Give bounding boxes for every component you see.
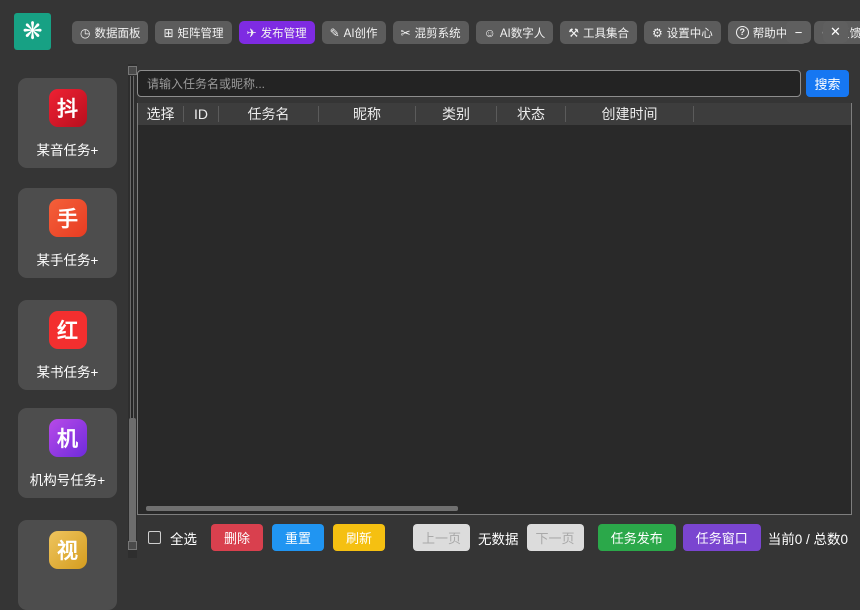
column-task-name[interactable]: 任务名 [219, 106, 319, 122]
window-controls: − ✕ [786, 21, 848, 43]
scroll-up-button[interactable] [128, 66, 137, 75]
sidebar-card-video-account[interactable]: 视 [18, 520, 117, 610]
select-all-checkbox[interactable] [148, 531, 161, 544]
sidebar-card-kuaishou[interactable]: 手 某手任务+ [18, 188, 117, 278]
prev-page-button[interactable]: 上一页 [413, 524, 470, 551]
search-input[interactable] [137, 70, 801, 97]
sidebar-card-xiaohongshu[interactable]: 红 某书任务+ [18, 300, 117, 390]
card-label: 机构号任务+ [30, 469, 105, 489]
next-page-button[interactable]: 下一页 [527, 524, 584, 551]
column-filler [694, 106, 851, 122]
send-icon: ✈ [247, 27, 257, 39]
footer-right-group: 任务发布 任务窗口 当前0 / 总数0 [598, 524, 848, 551]
tab-ai-avatar[interactable]: ☺ AI数字人 [476, 21, 554, 44]
tab-label: AI数字人 [500, 25, 545, 41]
card-label: 某音任务+ [37, 139, 99, 159]
tab-label: 矩阵管理 [178, 25, 224, 41]
tab-label: 发布管理 [261, 25, 307, 41]
tab-settings[interactable]: ⚙ 设置中心 [644, 21, 721, 44]
no-data-text: 无数据 [478, 528, 519, 548]
tab-data-panel[interactable]: ◷ 数据面板 [72, 21, 148, 44]
tab-label: AI创作 [344, 25, 378, 41]
close-button[interactable]: ✕ [823, 21, 848, 43]
column-select[interactable]: 选择 [138, 106, 184, 122]
tools-icon: ⚒ [568, 27, 579, 39]
main-nav: ◷ 数据面板 ⊞ 矩阵管理 ✈ 发布管理 ✎ AI创作 ✂ 混剪系统 ☺ AI数… [72, 21, 860, 44]
table-body-empty [138, 125, 851, 507]
pen-icon: ✎ [330, 27, 340, 39]
table-horizontal-scrollbar-thumb[interactable] [146, 506, 458, 511]
footer-left-group: 全选 删除 重置 刷新 [148, 524, 385, 551]
task-window-button[interactable]: 任务窗口 [683, 524, 761, 551]
tab-label: 工具集合 [583, 25, 629, 41]
sidebar-card-douyin[interactable]: 抖 某音任务+ [18, 78, 117, 168]
app-logo-icon: ❋ [14, 13, 51, 50]
tab-mixcut-system[interactable]: ✂ 混剪系统 [393, 21, 469, 44]
grid-icon: ⊞ [163, 27, 173, 39]
card-label: 某书任务+ [37, 361, 99, 381]
xiaohongshu-badge-icon: 红 [49, 311, 87, 349]
clock-icon: ◷ [80, 27, 90, 39]
footer-toolbar: 全选 删除 重置 刷新 上一页 无数据 下一页 任务发布 任务窗口 当前0 / … [137, 524, 852, 552]
help-question-icon: ? [736, 26, 749, 39]
card-label: 某手任务+ [37, 249, 99, 269]
scrollbar-groove [130, 76, 134, 418]
org-badge-icon: 机 [49, 419, 87, 457]
refresh-button[interactable]: 刷新 [333, 524, 385, 551]
kuaishou-badge-icon: 手 [49, 199, 87, 237]
tab-label: 设置中心 [667, 25, 713, 41]
tab-label: 混剪系统 [415, 25, 461, 41]
avatar-face-icon: ☺ [484, 27, 496, 39]
task-publish-button[interactable]: 任务发布 [598, 524, 676, 551]
scrollbar-thumb[interactable] [129, 418, 136, 545]
douyin-badge-icon: 抖 [49, 89, 87, 127]
search-button[interactable]: 搜索 [806, 70, 849, 97]
task-table: 选择 ID 任务名 昵称 类别 状态 创建时间 [137, 103, 852, 515]
tab-ai-create[interactable]: ✎ AI创作 [322, 21, 386, 44]
video-badge-icon: 视 [49, 531, 87, 569]
column-nickname[interactable]: 昵称 [319, 106, 416, 122]
column-category[interactable]: 类别 [416, 106, 497, 122]
table-header-row: 选择 ID 任务名 昵称 类别 状态 创建时间 [138, 103, 851, 125]
record-counter: 当前0 / 总数0 [768, 528, 848, 548]
gear-icon: ⚙ [652, 27, 663, 39]
tab-label: 数据面板 [94, 25, 140, 41]
column-created-time[interactable]: 创建时间 [566, 106, 694, 122]
minimize-button[interactable]: − [786, 21, 811, 43]
sidebar-scrollbar[interactable] [128, 64, 137, 558]
platform-sidebar: 抖 某音任务+ 手 某手任务+ 红 某书任务+ 机 机构号任务+ 视 [0, 64, 128, 566]
sidebar-card-org-account[interactable]: 机 机构号任务+ [18, 408, 117, 498]
tab-publish-manage[interactable]: ✈ 发布管理 [239, 21, 315, 44]
column-status[interactable]: 状态 [497, 106, 566, 122]
scissors-icon: ✂ [401, 27, 411, 39]
scroll-down-button[interactable] [128, 541, 137, 550]
select-all-label: 全选 [170, 528, 197, 548]
reset-button[interactable]: 重置 [272, 524, 324, 551]
pager-group: 上一页 无数据 下一页 [413, 524, 584, 551]
tab-matrix-manage[interactable]: ⊞ 矩阵管理 [155, 21, 231, 44]
tab-tools[interactable]: ⚒ 工具集合 [560, 21, 637, 44]
delete-button[interactable]: 删除 [211, 524, 263, 551]
column-id[interactable]: ID [184, 106, 219, 122]
title-bar: ❋ ◷ 数据面板 ⊞ 矩阵管理 ✈ 发布管理 ✎ AI创作 ✂ 混剪系统 ☺ A… [0, 0, 860, 58]
search-bar: 搜索 [137, 70, 852, 97]
